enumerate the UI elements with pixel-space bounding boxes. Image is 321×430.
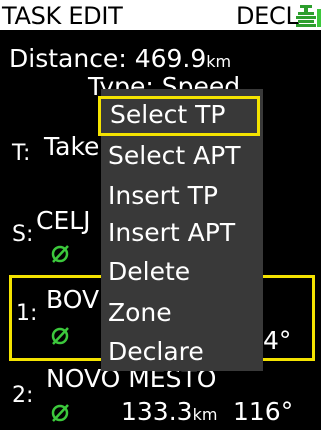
row-bearing: 4° (263, 326, 292, 355)
menu-item-declare[interactable]: Declare (101, 333, 263, 371)
declaration-status: DECL (236, 2, 299, 30)
row-bearing: 116° (233, 397, 294, 426)
distance-label: Distance: (9, 44, 127, 73)
row-distance-value: 133.3 (121, 397, 193, 426)
menu-item-select-apt[interactable]: Select APT (101, 137, 263, 175)
title-bar: TASK EDIT DECL (0, 0, 321, 30)
menu-item-select-tp[interactable]: Select TP (98, 96, 260, 136)
row-name: BOV (46, 285, 100, 314)
no-entry-icon (51, 327, 69, 345)
row-name: Take (44, 132, 100, 161)
menu-item-insert-tp[interactable]: Insert TP (101, 177, 263, 215)
row-prefix: 2: (12, 383, 34, 408)
screen-title: TASK EDIT (2, 2, 123, 30)
row-name: CELJ (36, 206, 91, 235)
no-entry-icon (51, 404, 69, 422)
menu-item-insert-apt[interactable]: Insert APT (101, 214, 263, 252)
distance-value: 469.9 (134, 44, 207, 73)
menu-item-delete[interactable]: Delete (101, 253, 263, 291)
row-prefix: T: (12, 141, 31, 166)
distance-unit: km (206, 52, 232, 71)
row-distance: 133.3km (121, 397, 217, 430)
no-entry-icon (51, 245, 69, 263)
gps-antenna-icon (296, 5, 321, 27)
row-prefix: S: (12, 222, 34, 247)
context-menu: Select TP Select APT Insert TP Insert AP… (98, 89, 263, 371)
row-distance-unit: km (192, 405, 218, 424)
menu-item-zone[interactable]: Zone (101, 294, 263, 332)
row-prefix: 1: (16, 301, 38, 326)
